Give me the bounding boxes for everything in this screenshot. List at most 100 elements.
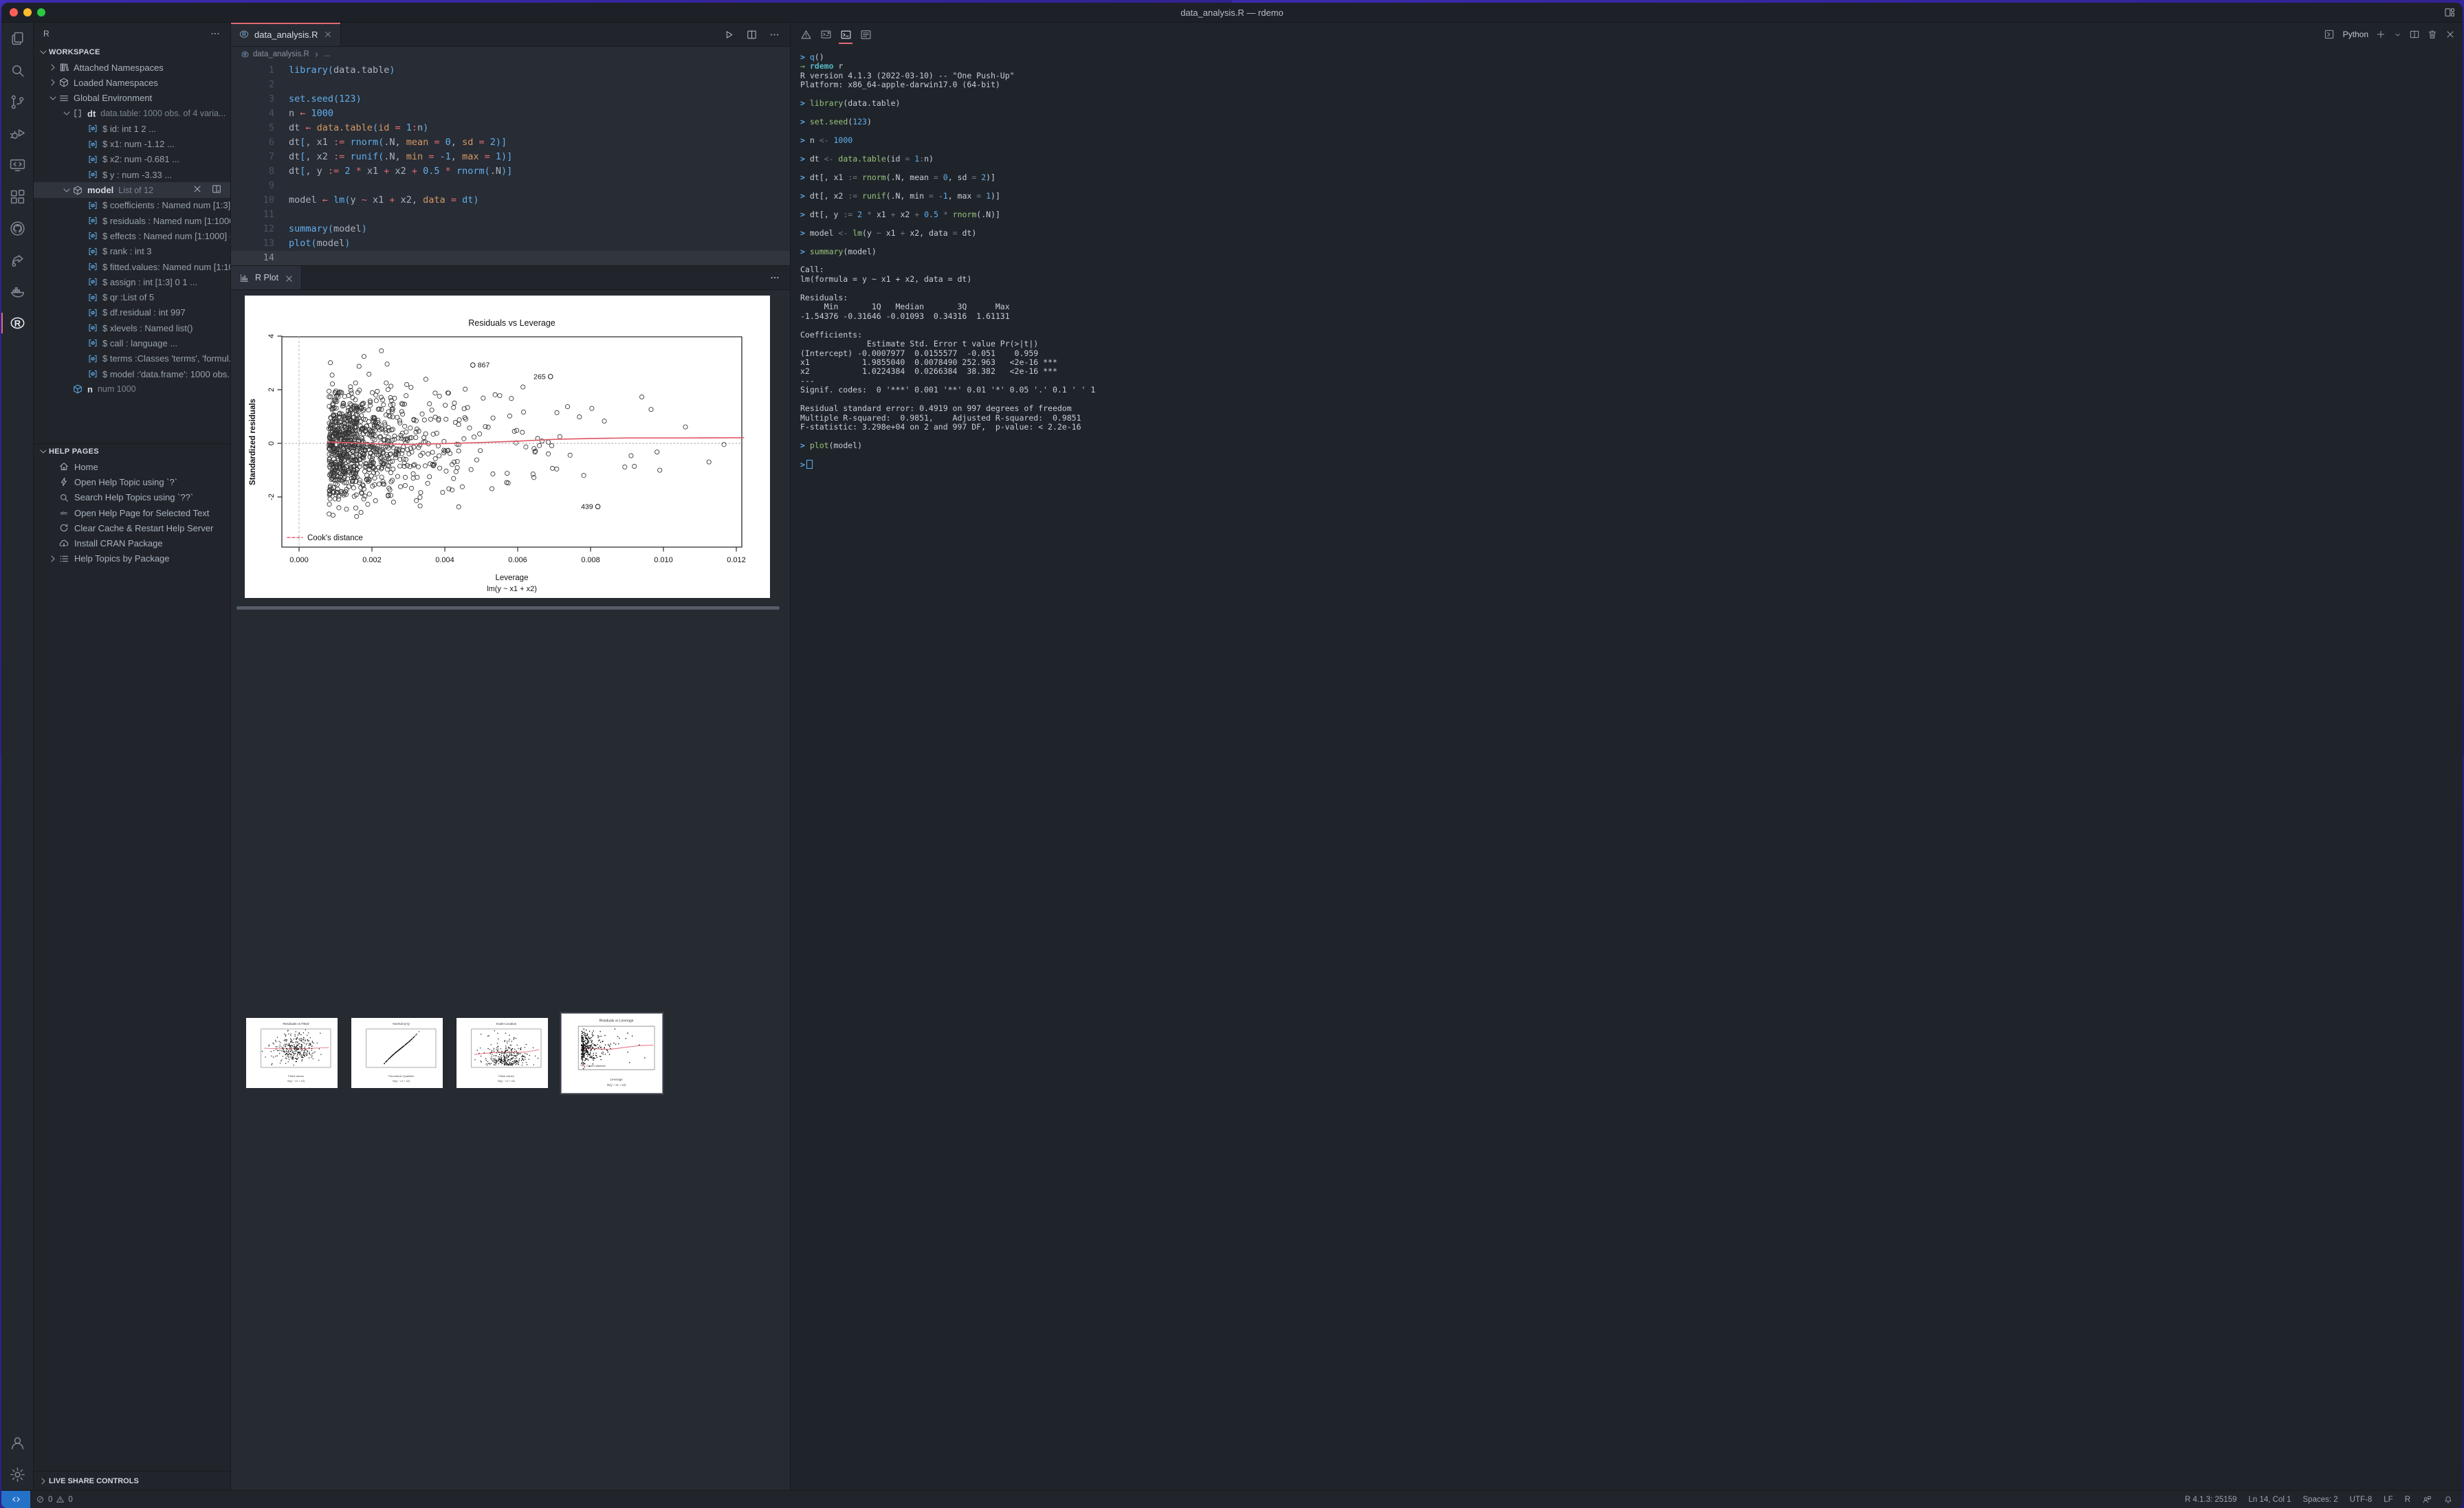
close-panel-icon[interactable] bbox=[2445, 29, 2456, 40]
shell-label[interactable]: Python bbox=[2343, 30, 2368, 39]
feedback-icon[interactable] bbox=[2422, 1495, 2432, 1505]
tree-item[interactable]: $ fitted.values: Named num [1:10... bbox=[34, 259, 230, 274]
kill-terminal-icon[interactable] bbox=[2427, 29, 2438, 40]
terminal-dropdown-icon[interactable] bbox=[2393, 30, 2402, 39]
help-item[interactable]: Clear Cache & Restart Help Server bbox=[34, 520, 230, 535]
problems-icon[interactable] bbox=[798, 26, 814, 43]
notifications-bell-icon[interactable] bbox=[2443, 1495, 2453, 1505]
close-tab-icon[interactable] bbox=[323, 30, 333, 39]
tree-item[interactable]: $ residuals : Named num [1:1000... bbox=[34, 213, 230, 228]
tree-item[interactable]: $ assign : int [1:3] 0 1 ... bbox=[34, 274, 230, 289]
tree-item-model[interactable]: model List of 12 bbox=[34, 182, 230, 198]
code-line-10: 10 model ← lm(y ~ x1 + x2, data = dt) bbox=[263, 195, 479, 206]
help-item[interactable]: Search Help Topics using `??` bbox=[34, 490, 230, 505]
r-file-icon: R bbox=[241, 50, 250, 59]
tree-item[interactable]: $ model :'data.frame': 1000 obs. ... bbox=[34, 366, 230, 381]
status-cursor-position[interactable]: Ln 14, Col 1 bbox=[2249, 1496, 2291, 1504]
status-indentation[interactable]: Spaces: 2 bbox=[2303, 1496, 2338, 1504]
tab-data-analysis[interactable]: R data_analysis.R bbox=[231, 23, 341, 46]
tab-r-plot[interactable]: R Plot bbox=[231, 266, 302, 289]
plot-more-actions-icon[interactable] bbox=[769, 272, 780, 283]
split-terminal-icon[interactable] bbox=[2409, 29, 2420, 40]
activity-r[interactable]: R bbox=[1, 307, 33, 339]
section-help-pages[interactable]: HELP PAGES bbox=[34, 444, 230, 459]
code-line-2: 2 bbox=[268, 79, 274, 90]
tree-item-n[interactable]: n num 1000 bbox=[34, 381, 230, 397]
tree-item[interactable]: $ qr :List of 5 bbox=[34, 289, 230, 304]
breadcrumb[interactable]: R data_analysis.R ... bbox=[231, 47, 790, 62]
terminal-icon[interactable] bbox=[837, 26, 854, 44]
activity-source-control[interactable] bbox=[1, 86, 33, 118]
tree-item[interactable]: $ call : language ... bbox=[34, 335, 230, 351]
tree-item[interactable]: $ df.residual : int 997 bbox=[34, 305, 230, 320]
minimize-window-button[interactable] bbox=[23, 8, 32, 16]
activity-search[interactable] bbox=[1, 54, 33, 86]
help-item[interactable]: Home bbox=[34, 459, 230, 474]
svg-text:Fitted values: Fitted values bbox=[498, 1074, 514, 1078]
plot-horizontal-scrollbar[interactable] bbox=[236, 606, 780, 610]
tree-item[interactable]: $ effects : Named num [1:1000] -... bbox=[34, 228, 230, 243]
zoom-window-button[interactable] bbox=[37, 8, 45, 16]
new-terminal-icon[interactable] bbox=[2375, 29, 2386, 40]
customize-layout-icon[interactable] bbox=[2443, 6, 2456, 19]
split-editor-icon[interactable] bbox=[746, 29, 758, 41]
close-icon[interactable] bbox=[192, 184, 207, 197]
tree-item[interactable]: Attached Namespaces bbox=[34, 60, 230, 75]
code-line-1: 1 library(data.table) bbox=[268, 65, 395, 76]
thumbnail-rvf[interactable]: Residuals vs Fitted Fitted values lm(y ~ x… bbox=[246, 1018, 338, 1088]
problems-status[interactable]: 0 0 bbox=[30, 1495, 78, 1504]
activity-remote-explorer[interactable] bbox=[1, 149, 33, 181]
sidebar-more-actions-icon[interactable] bbox=[210, 28, 221, 39]
status-encoding[interactable]: UTF-8 bbox=[2350, 1496, 2373, 1504]
activity-docker[interactable] bbox=[1, 276, 33, 307]
activity-github[interactable] bbox=[1, 212, 33, 244]
help-item[interactable]: abc Open Help Page for Selected Text bbox=[34, 505, 230, 520]
svg-text:Cook's distance: Cook's distance bbox=[586, 1063, 606, 1067]
activity-explorer[interactable] bbox=[1, 23, 33, 54]
status-r-session[interactable]: R 4.1.3: 25159 bbox=[2185, 1496, 2236, 1504]
help-item[interactable]: Help Topics by Package bbox=[34, 551, 230, 566]
code-line-6: 6 dt[, x1 := rnorm(.N, mean = 0, sd = 2)] bbox=[268, 137, 507, 148]
more-actions-icon[interactable] bbox=[769, 29, 780, 41]
tree-item[interactable]: $ x1: num -1.12 ... bbox=[34, 136, 230, 151]
activity-run-debug[interactable] bbox=[1, 118, 33, 149]
tree-item[interactable]: Loaded Namespaces bbox=[34, 75, 230, 90]
tree-item[interactable]: $ y : num -3.33 ... bbox=[34, 167, 230, 182]
tree-item[interactable]: $ id: int 1 2 ... bbox=[34, 121, 230, 136]
launch-profile-icon[interactable] bbox=[2324, 29, 2335, 40]
status-eol[interactable]: LF bbox=[2384, 1496, 2392, 1504]
activity-accounts[interactable] bbox=[1, 1427, 33, 1459]
close-window-button[interactable] bbox=[10, 8, 18, 16]
run-file-icon[interactable] bbox=[723, 29, 735, 41]
code-editor[interactable]: 1 library(data.table) 2 3 set.seed(123) 4 n ← … bbox=[231, 62, 790, 265]
svg-text:lm(y ~ x1 + x2): lm(y ~ x1 + x2) bbox=[498, 1080, 516, 1083]
activity-extensions[interactable] bbox=[1, 181, 33, 212]
svg-text:lm(y ~ x1 + x2): lm(y ~ x1 + x2) bbox=[607, 1083, 626, 1086]
activity-live-share[interactable] bbox=[1, 244, 33, 276]
close-plot-tab-icon[interactable] bbox=[284, 274, 293, 282]
activity-settings[interactable] bbox=[1, 1459, 33, 1490]
open-viewer-icon[interactable] bbox=[211, 184, 226, 197]
thumbnail-rvl[interactable]: Residuals vs Leverage Leverage lm(y ~ x1 +… bbox=[561, 1012, 663, 1094]
help-item[interactable]: Install CRAN Package bbox=[34, 535, 230, 551]
section-live-share-controls[interactable]: LIVE SHARE CONTROLS bbox=[34, 1471, 230, 1490]
help-item[interactable]: Open Help Topic using `?` bbox=[34, 474, 230, 489]
svg-text:Scale-Location: Scale-Location bbox=[496, 1022, 517, 1025]
status-language-mode[interactable]: R bbox=[2405, 1496, 2410, 1504]
remote-indicator[interactable] bbox=[1, 1491, 30, 1508]
tree-item[interactable]: $ rank : int 3 bbox=[34, 244, 230, 259]
terminal-output[interactable]: > q() → rdemo r R version 4.1.3 (2022-03… bbox=[791, 46, 2463, 1490]
section-workspace[interactable]: WORKSPACE bbox=[34, 45, 230, 60]
output-icon[interactable] bbox=[857, 26, 874, 43]
tree-item[interactable]: $ x2: num -0.681 ... bbox=[34, 152, 230, 167]
tree-item[interactable]: $ terms :Classes 'terms', 'formul... bbox=[34, 351, 230, 366]
code-line-5: 5 dt ← data.table(id = 1:n) bbox=[268, 122, 429, 133]
thumbnail-qq[interactable]: Normal Q-Q Theoretical Quantiles lm(y ~ x1… bbox=[351, 1018, 443, 1088]
tree-item[interactable]: $ coefficients : Named num [1:3]... bbox=[34, 198, 230, 213]
svg-text:abc: abc bbox=[60, 511, 68, 515]
debug-console-icon[interactable] bbox=[817, 26, 834, 43]
tree-item-dt[interactable]: dt data.table: 1000 obs. of 4 varia... bbox=[34, 106, 230, 121]
thumbnail-sl[interactable]: Scale-Location Fitted values lm(y ~ x1 + x… bbox=[456, 1018, 548, 1088]
tree-item[interactable]: Global Environment bbox=[34, 91, 230, 106]
tree-item[interactable]: $ xlevels : Named list() bbox=[34, 320, 230, 335]
